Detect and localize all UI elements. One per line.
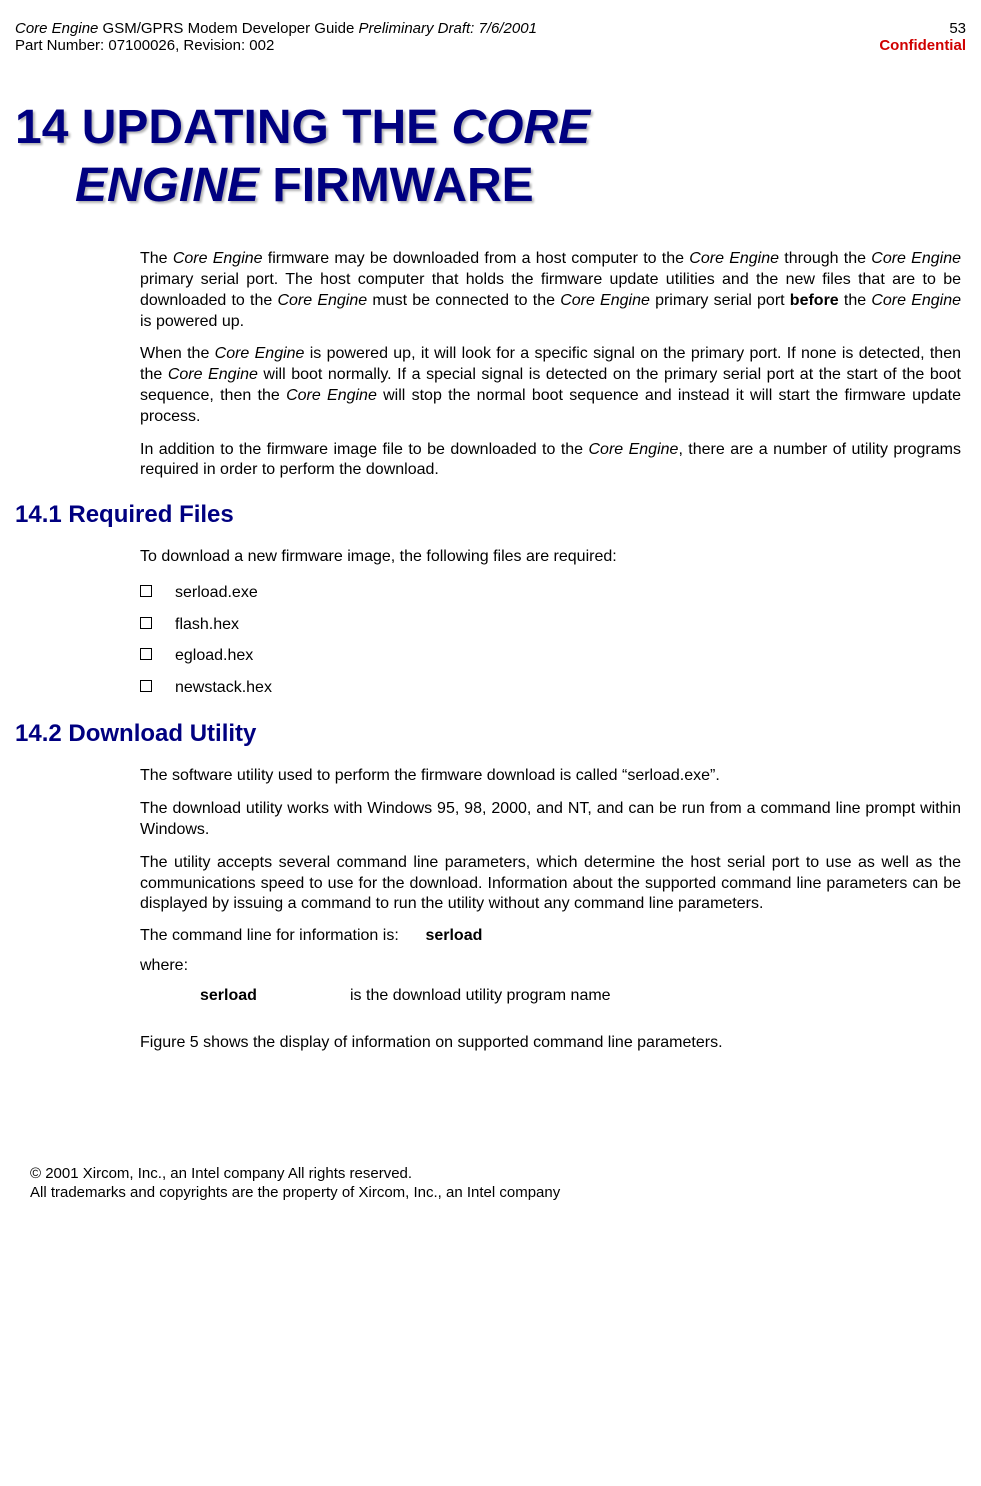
list-item: serload.exe <box>140 580 966 606</box>
where-label: where: <box>15 957 966 975</box>
confidential-label: Confidential <box>879 37 966 54</box>
list-item: newstack.hex <box>140 675 966 701</box>
header-draft: Preliminary Draft: 7/6/2001 <box>359 20 537 37</box>
header-product-rest: GSM/GPRS Modem Developer Guide <box>98 20 358 37</box>
figure-reference: Figure 5 shows the display of informatio… <box>15 1033 966 1054</box>
intro-para-2: When the Core Engine is powered up, it w… <box>15 344 966 427</box>
header-product-italic: Core Engine <box>15 20 98 37</box>
header-right: 53 Confidential <box>879 20 966 54</box>
serload-desc: is the download utility program name <box>350 987 611 1004</box>
title-part3: ENGINE <box>75 159 259 212</box>
download-para-2: The download utility works with Windows … <box>15 799 966 841</box>
command-value: serload <box>425 927 482 944</box>
header-part-number: Part Number: 07100026, Revision: 002 <box>15 37 537 54</box>
command-label: The command line for information is: <box>140 927 399 944</box>
header-product-line: Core Engine GSM/GPRS Modem Developer Gui… <box>15 20 537 37</box>
download-para-1: The software utility used to perform the… <box>15 766 966 787</box>
copyright-line-1: © 2001 Xircom, Inc., an Intel company Al… <box>30 1164 966 1184</box>
page-header: Core Engine GSM/GPRS Modem Developer Gui… <box>15 20 966 54</box>
serload-definition: serloadis the download utility program n… <box>15 987 966 1005</box>
section-heading-required-files: 14.1 Required Files <box>15 501 966 529</box>
required-files-list: serload.exe flash.hex egload.hex newstac… <box>15 580 966 700</box>
list-item: egload.hex <box>140 643 966 669</box>
main-title: 14 UPDATING THE CORE ENGINE FIRMWARE <box>15 99 966 214</box>
command-line-info: The command line for information is: ser… <box>15 927 966 945</box>
title-part1: 14 UPDATING THE <box>15 101 452 154</box>
download-para-3: The utility accepts several command line… <box>15 853 966 915</box>
title-part2: CORE <box>452 101 591 154</box>
title-part4: FIRMWARE <box>259 159 534 212</box>
header-left: Core Engine GSM/GPRS Modem Developer Gui… <box>15 20 537 54</box>
page-number: 53 <box>879 20 966 37</box>
serload-term: serload <box>200 987 350 1005</box>
intro-para-3: In addition to the firmware image file t… <box>15 440 966 482</box>
intro-para-1: The Core Engine firmware may be download… <box>15 249 966 332</box>
list-item: flash.hex <box>140 612 966 638</box>
required-files-intro: To download a new firmware image, the fo… <box>15 547 966 568</box>
section-heading-download-utility: 14.2 Download Utility <box>15 720 966 748</box>
page-footer: © 2001 Xircom, Inc., an Intel company Al… <box>15 1164 966 1203</box>
copyright-line-2: All trademarks and copyrights are the pr… <box>30 1183 966 1203</box>
